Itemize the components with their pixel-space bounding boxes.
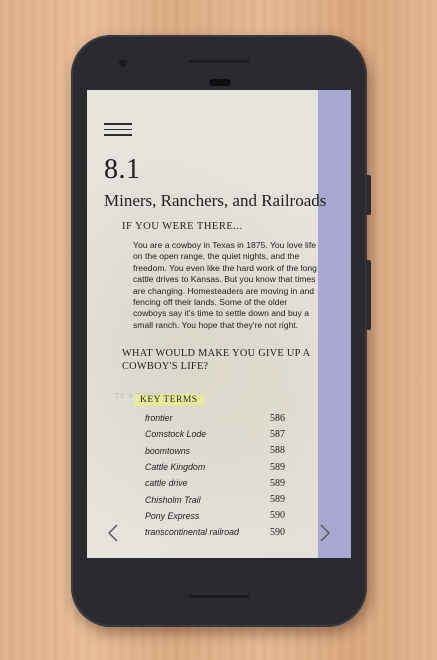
key-term-row[interactable]: Pony Express 590 — [145, 508, 285, 524]
key-term-name: Chisholm Trail — [145, 494, 201, 505]
key-term-row[interactable]: cattle drive 589 — [145, 475, 285, 491]
intro-text: You are a cowboy in Texas in 1875. You l… — [133, 240, 317, 330]
key-term-name: Cattle Kingdom — [145, 462, 206, 473]
key-term-page: 589 — [270, 494, 285, 506]
power-button — [366, 175, 371, 215]
key-term-row[interactable]: Cattle Kingdom 589 — [145, 459, 285, 475]
key-term-name: boomtowns — [145, 445, 190, 456]
key-term-page: 587 — [270, 428, 285, 440]
bottom-speaker-grille — [189, 595, 249, 598]
section-number: 8.1 — [104, 154, 141, 185]
key-term-name: transcontinental railroad — [145, 527, 239, 538]
key-term-page: 589 — [270, 461, 285, 473]
key-term-name: Pony Express — [145, 510, 200, 521]
volume-button — [366, 260, 371, 330]
phone-screen: 8.1 Miners, Ranchers, and Railroads IF Y… — [87, 90, 351, 558]
chevron-right-icon[interactable] — [318, 523, 332, 543]
key-term-name: cattle drive — [145, 478, 188, 489]
key-terms-list: frontier 586 Comstock Lode 587 boomtowns… — [145, 410, 285, 540]
top-speaker-grille — [189, 60, 249, 63]
key-term-row[interactable]: boomtowns 588 — [145, 443, 285, 459]
key-term-page: 590 — [270, 510, 285, 522]
hamburger-menu-icon[interactable] — [104, 123, 132, 137]
earpiece — [209, 79, 231, 86]
key-term-page: 586 — [270, 412, 285, 424]
key-terms-label: KEY TERMS — [134, 394, 204, 406]
section-title: Miners, Ranchers, and Railroads — [104, 191, 327, 210]
side-color-strip — [318, 90, 351, 558]
key-term-row[interactable]: Comstock Lode 587 — [145, 426, 285, 442]
key-term-row[interactable]: frontier 586 — [145, 410, 285, 426]
chevron-left-icon[interactable] — [106, 523, 120, 543]
discussion-question: WHAT WOULD MAKE YOU GIVE UP A COWBOY'S L… — [122, 348, 310, 372]
intro-heading: IF YOU WERE THERE... — [122, 221, 243, 232]
key-term-row[interactable]: Chisholm Trail 589 — [145, 491, 285, 507]
key-term-name: frontier — [145, 413, 173, 424]
key-term-page: 590 — [270, 526, 285, 538]
key-term-page: 588 — [270, 445, 285, 457]
front-camera — [119, 59, 127, 67]
key-term-page: 589 — [270, 477, 285, 489]
key-term-row[interactable]: transcontinental railroad 590 — [145, 524, 285, 540]
key-term-name: Comstock Lode — [145, 429, 207, 440]
